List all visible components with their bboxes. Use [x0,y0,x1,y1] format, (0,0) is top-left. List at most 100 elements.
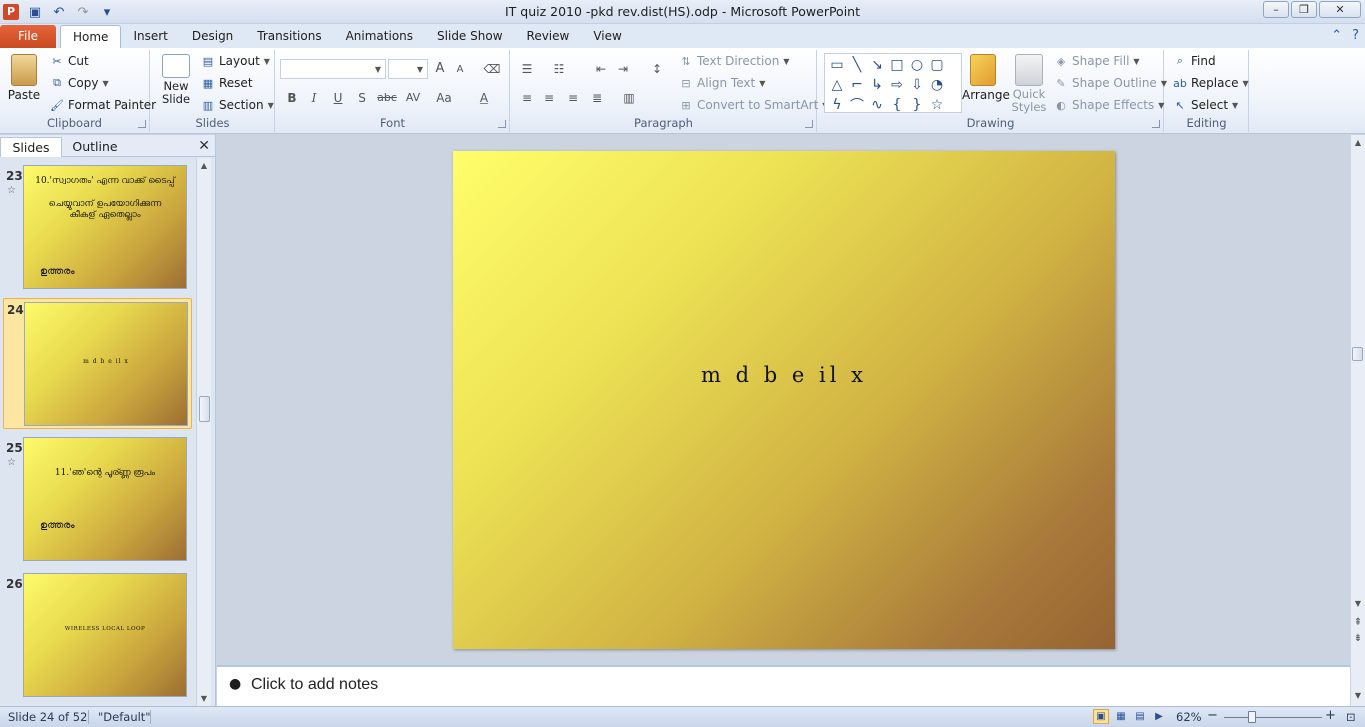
text-direction-button[interactable]: ⇅ Text Direction ▼ [679,54,789,68]
zoom-slider-thumb[interactable] [1248,711,1256,723]
drawing-launcher-icon[interactable] [1152,120,1160,128]
tab-transitions[interactable]: Transitions [245,25,333,48]
scrollbar-thumb[interactable] [1352,347,1363,361]
slide-show-view-icon[interactable]: ▶ [1151,709,1167,724]
tab-file[interactable]: File [0,25,56,48]
replace-button[interactable]: ab Replace ▼ [1173,76,1249,90]
scroll-down-arrow-icon[interactable]: ▼ [1351,599,1365,608]
shapes-gallery[interactable]: ▭ ╲ ↘ □ ○ ▢ △ ⌐ ↳ ⇨ ⇩ ◔ ϟ ⌒ ∿ { } ☆ [824,53,962,115]
lightning-shape-icon[interactable]: ϟ [827,95,847,115]
justify-icon[interactable]: ≣ [587,88,607,108]
italic-button[interactable]: I [304,88,324,108]
elbow-arrow-shape-icon[interactable]: ↳ [867,75,887,95]
paste-button[interactable]: Paste [4,54,44,102]
align-right-icon[interactable]: ≡ [563,88,583,108]
fit-to-window-icon[interactable]: ⊡ [1346,710,1356,724]
rectangle-shape-icon[interactable]: □ [887,55,907,75]
section-button[interactable]: ▥ Section ▼ [201,98,274,112]
zoom-level[interactable]: 62% [1176,710,1202,724]
format-painter-button[interactable]: 🖌 Format Painter [50,98,156,112]
scroll-up-arrow-icon[interactable]: ▲ [197,161,211,170]
grow-font-button[interactable]: A [430,59,450,79]
character-spacing-button[interactable]: AV [400,88,426,108]
zoom-out-button[interactable]: − [1207,708,1218,723]
zoom-slider-track[interactable] [1224,717,1322,718]
font-size-combo[interactable]: ▼ [388,59,428,79]
clipboard-launcher-icon[interactable] [138,120,146,128]
rounded-rect-shape-icon[interactable]: ▢ [927,55,947,75]
textbox-shape-icon[interactable]: ▭ [827,55,847,75]
cut-button[interactable]: ✂ Cut [50,54,88,68]
slide-thumbnail-24[interactable]: 24 m d b e il x [3,298,192,429]
down-arrow-shape-icon[interactable]: ⇩ [907,75,927,95]
scroll-up-arrow-icon[interactable]: ▲ [1351,138,1365,147]
reset-button[interactable]: ▦ Reset [201,76,253,90]
columns-icon[interactable]: ▥ [619,88,639,108]
strikethrough-button[interactable]: abc [374,88,400,108]
align-text-button[interactable]: ⊟ Align Text ▼ [679,76,765,90]
slide-thumbnail-25[interactable]: 25 ☆ 11.'ഞ'ന്റെ പൂര്ണ്ണ രൂപം ഉത്തരം [0,437,196,565]
text-shadow-button[interactable]: S [352,88,372,108]
minimize-ribbon-icon[interactable]: ⌃ [1331,28,1342,43]
next-slide-icon[interactable]: ⇟ [1351,633,1365,644]
line-shape-icon[interactable]: ╲ [847,55,867,75]
layout-button[interactable]: ▤ Layout ▼ [201,54,270,68]
slide-sorter-view-icon[interactable]: ▦ [1113,709,1129,724]
new-slide-button[interactable]: New Slide [155,54,197,106]
tab-home[interactable]: Home [60,25,122,48]
shape-fill-button[interactable]: ◈ Shape Fill ▼ [1054,54,1140,68]
slide-thumbnail-23[interactable]: 23 ☆ 10.'സ്വാഗതം' എന്ന വാക്ക് ടൈപ്പ് ചെയ… [0,165,196,293]
normal-view-icon[interactable]: ▣ [1093,709,1109,724]
shrink-font-button[interactable]: A [450,60,470,80]
tab-slide-show[interactable]: Slide Show [425,25,514,48]
clear-formatting-icon[interactable]: ⌫ [482,59,502,79]
tab-animations[interactable]: Animations [334,25,425,48]
underline-button[interactable]: U [328,88,348,108]
paragraph-launcher-icon[interactable] [805,120,813,128]
reading-view-icon[interactable]: ▤ [1132,709,1148,724]
shape-outline-button[interactable]: ✎ Shape Outline ▼ [1054,76,1167,90]
line-spacing-icon[interactable]: ↕ [647,59,667,79]
right-brace-shape-icon[interactable]: } [907,95,927,115]
star-shape-icon[interactable]: ☆ [927,95,947,115]
callout-shape-icon[interactable]: ◔ [927,75,947,95]
tab-slides[interactable]: Slides [0,137,62,157]
curve-shape-icon[interactable]: ∿ [867,95,887,115]
font-name-combo[interactable]: ▼ [280,59,386,79]
triangle-shape-icon[interactable]: △ [827,75,847,95]
maximize-button[interactable]: ❐ [1291,1,1317,18]
copy-button[interactable]: ⧉ Copy ▼ [50,76,109,90]
help-icon[interactable]: ? [1352,28,1359,43]
align-center-icon[interactable]: ≡ [539,88,559,108]
tab-design[interactable]: Design [180,25,245,48]
notes-pane[interactable]: ● Click to add notes [217,665,1350,706]
main-scrollbar[interactable]: ▲ ▼ ⇞ ⇟ ▼ [1350,135,1365,706]
scroll-down-arrow-icon[interactable]: ▼ [197,694,211,703]
arrange-button[interactable]: Arrange [962,54,1010,102]
font-color-button[interactable]: A [474,88,494,108]
bold-button[interactable]: B [282,88,302,108]
numbering-icon[interactable]: ☷ [549,59,569,79]
oval-shape-icon[interactable]: ○ [907,55,927,75]
zoom-in-button[interactable]: + [1325,708,1336,723]
change-case-button[interactable]: Aa [432,88,456,108]
current-slide[interactable]: m d b e il x [453,151,1115,649]
shape-effects-button[interactable]: ◐ Shape Effects ▼ [1054,98,1164,112]
convert-smartart-button[interactable]: ⊞ Convert to SmartArt ▼ [679,98,828,112]
tab-review[interactable]: Review [515,25,582,48]
slide-title-text[interactable]: m d b e il x [453,363,1115,387]
select-button[interactable]: ↖ Select ▼ [1173,98,1238,112]
notes-placeholder[interactable]: Click to add notes [251,676,378,694]
arc-shape-icon[interactable]: ⌒ [847,95,867,115]
slide-thumbnail-26[interactable]: 26 WIRELESS LOCAL LOOP [0,573,196,701]
find-button[interactable]: ⌕ Find [1173,54,1216,68]
previous-slide-icon[interactable]: ⇞ [1351,617,1365,628]
scrollbar-thumb[interactable] [199,396,210,422]
font-launcher-icon[interactable] [498,120,506,128]
decrease-indent-icon[interactable]: ⇤ [591,59,611,79]
quick-styles-button[interactable]: Quick Styles [1008,54,1050,114]
minimize-button[interactable]: – [1263,1,1289,18]
slides-pane-scrollbar[interactable]: ▲ ▼ [196,158,211,706]
close-pane-icon[interactable]: ✕ [198,138,210,154]
theme-name[interactable]: "Default" [98,710,151,724]
